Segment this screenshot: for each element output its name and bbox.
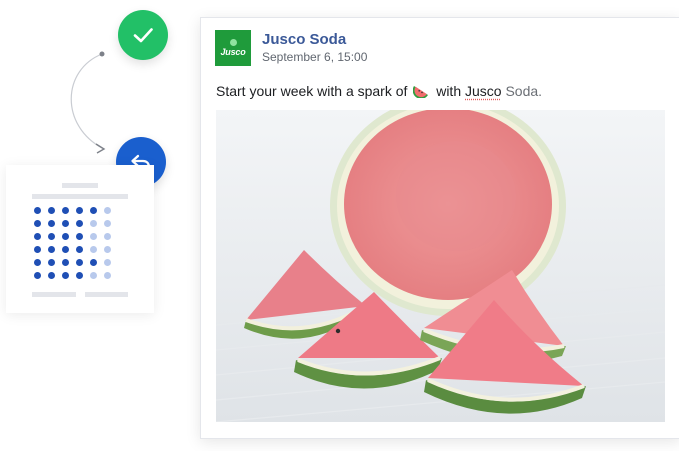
page-name-link[interactable]: Jusco Soda bbox=[262, 31, 367, 48]
calendar-day-dot bbox=[104, 207, 111, 214]
calendar-day-dot bbox=[90, 259, 97, 266]
calendar-day-dot bbox=[76, 220, 83, 227]
calendar-day-dot bbox=[76, 246, 83, 253]
caption-text-with: with bbox=[436, 83, 461, 99]
calendar-day-dot bbox=[48, 259, 55, 266]
calendar-subheader-bar bbox=[32, 194, 128, 199]
calendar-day-dot bbox=[104, 259, 111, 266]
calendar-day-dot bbox=[48, 272, 55, 279]
social-post-card: Jusco Jusco Soda September 6, 15:00 Star… bbox=[200, 17, 679, 439]
calendar-day-dot bbox=[62, 246, 69, 253]
calendar-footer-bar-left bbox=[32, 292, 76, 297]
calendar-day-dot bbox=[76, 272, 83, 279]
check-icon bbox=[130, 22, 156, 48]
calendar-day-dot bbox=[104, 233, 111, 240]
calendar-day-dot bbox=[48, 246, 55, 253]
calendar-day-dot bbox=[34, 259, 41, 266]
post-meta: Jusco Soda September 6, 15:00 bbox=[262, 31, 367, 65]
post-photo-watermelon[interactable] bbox=[216, 110, 665, 422]
schedule-calendar-card bbox=[6, 165, 154, 313]
caption-brand-mention[interactable]: Jusco bbox=[465, 83, 502, 99]
calendar-day-dot bbox=[34, 220, 41, 227]
calendar-footer-bar-right bbox=[85, 292, 128, 297]
leaf-icon bbox=[230, 39, 237, 46]
calendar-day-dot bbox=[90, 220, 97, 227]
page-avatar[interactable]: Jusco bbox=[215, 30, 251, 66]
calendar-day-dot bbox=[104, 220, 111, 227]
calendar-day-dot bbox=[104, 246, 111, 253]
post-caption: Start your week with a spark of with Jus… bbox=[216, 83, 542, 101]
calendar-day-dot bbox=[34, 233, 41, 240]
calendar-day-dot bbox=[48, 220, 55, 227]
calendar-day-dot bbox=[62, 207, 69, 214]
calendar-day-dot bbox=[90, 233, 97, 240]
calendar-day-dot bbox=[76, 207, 83, 214]
calendar-header-bar bbox=[62, 183, 98, 188]
calendar-day-dot bbox=[62, 233, 69, 240]
calendar-day-dot bbox=[76, 259, 83, 266]
post-header: Jusco Jusco Soda September 6, 15:00 bbox=[215, 30, 367, 66]
calendar-day-dot bbox=[34, 272, 41, 279]
post-timestamp[interactable]: September 6, 15:00 bbox=[262, 49, 367, 65]
calendar-day-dot bbox=[34, 207, 41, 214]
calendar-day-dot bbox=[90, 207, 97, 214]
calendar-grid bbox=[34, 207, 112, 280]
calendar-day-dot bbox=[62, 220, 69, 227]
calendar-day-dot bbox=[104, 272, 111, 279]
caption-text-start: Start your week with a spark of bbox=[216, 83, 407, 99]
calendar-day-dot bbox=[76, 233, 83, 240]
calendar-day-dot bbox=[34, 246, 41, 253]
caption-text-end: Soda. bbox=[505, 83, 542, 99]
calendar-day-dot bbox=[90, 246, 97, 253]
published-check-badge bbox=[118, 10, 168, 60]
calendar-day-dot bbox=[48, 207, 55, 214]
calendar-day-dot bbox=[62, 272, 69, 279]
calendar-day-dot bbox=[90, 272, 97, 279]
calendar-day-dot bbox=[62, 259, 69, 266]
watermelon-emoji-icon bbox=[413, 83, 430, 101]
calendar-day-dot bbox=[48, 233, 55, 240]
avatar-logo-text: Jusco bbox=[220, 47, 245, 57]
